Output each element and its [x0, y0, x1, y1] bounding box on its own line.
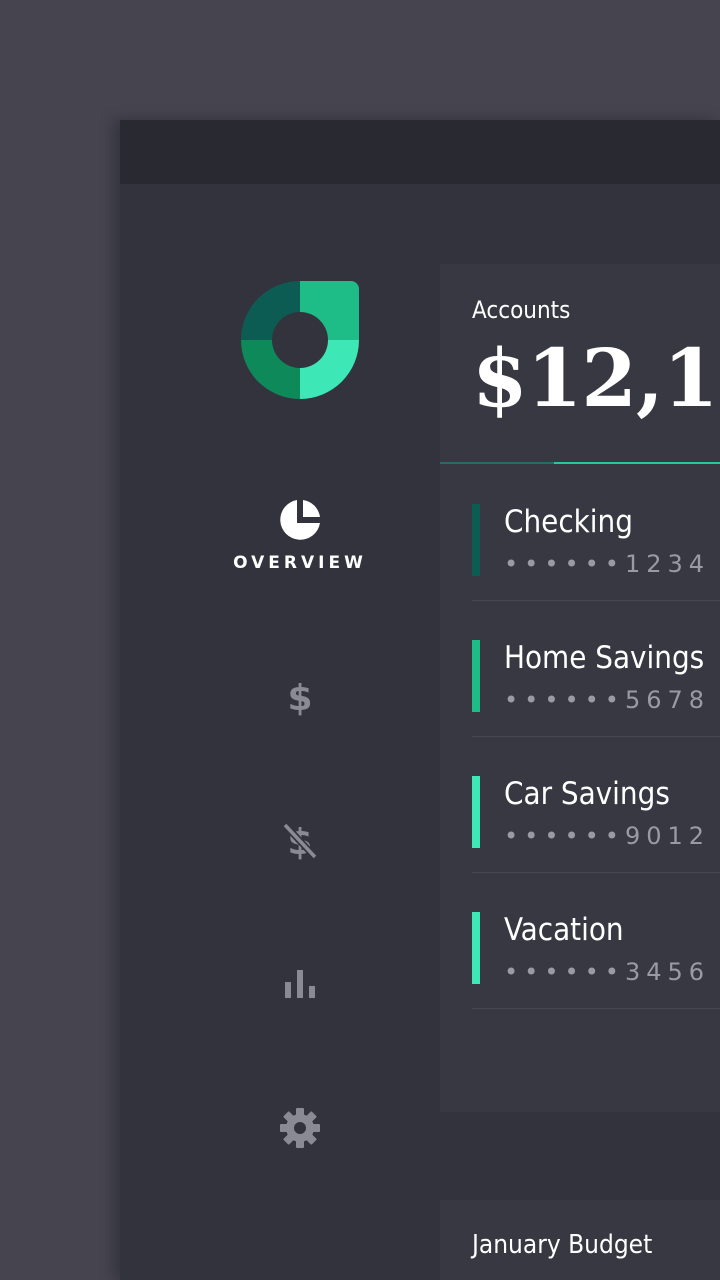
gear-icon[interactable]	[279, 1107, 321, 1149]
account-name: Vacation	[504, 912, 624, 948]
account-color-bar	[472, 504, 480, 576]
account-item-car-savings[interactable]: Car Savings ••••••9012	[472, 736, 720, 873]
nav-item-overview[interactable]: OVERVIEW	[210, 499, 390, 573]
account-item-home-savings[interactable]: Home Savings ••••••5678	[472, 600, 720, 737]
accounts-title: Accounts	[472, 296, 571, 324]
dollar-icon[interactable]: $	[280, 676, 320, 716]
svg-text:$: $	[287, 678, 312, 716]
account-color-bar	[472, 776, 480, 848]
account-number: ••••••1234	[504, 550, 711, 578]
account-color-bar	[472, 912, 480, 984]
bar-chart-icon[interactable]	[282, 966, 318, 1002]
app-logo	[241, 281, 359, 399]
app-window: OVERVIEW $ $ Accounts $12,13	[120, 120, 720, 1280]
title-bar	[120, 120, 720, 184]
account-item-checking[interactable]: Checking ••••••1234	[472, 464, 720, 601]
dollar-off-icon[interactable]: $	[280, 820, 320, 860]
budget-panel[interactable]: January Budget	[440, 1200, 720, 1280]
budget-title: January Budget	[472, 1230, 653, 1260]
accounts-balance: $12,13	[472, 331, 720, 425]
account-number: ••••••5678	[504, 686, 711, 714]
account-item-vacation[interactable]: Vacation ••••••3456	[472, 872, 720, 1009]
account-name: Home Savings	[504, 640, 705, 676]
account-number: ••••••3456	[504, 958, 711, 986]
account-name: Checking	[504, 504, 633, 540]
nav-label-overview: OVERVIEW	[233, 553, 367, 573]
account-name: Car Savings	[504, 776, 670, 812]
pie-chart-icon	[280, 500, 320, 540]
account-color-bar	[472, 640, 480, 712]
accounts-panel: Accounts $12,13 Checking ••••••1234 Home…	[440, 264, 720, 1112]
account-number: ••••••9012	[504, 822, 711, 850]
